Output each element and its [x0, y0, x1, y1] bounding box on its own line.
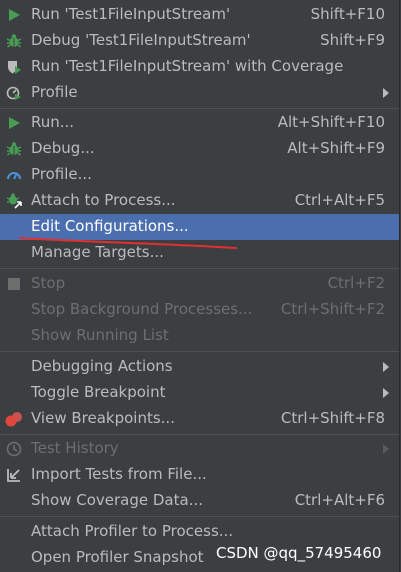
menu-item-shortcut: Alt+Shift+F9 [287, 139, 385, 157]
attach-debugger-icon [5, 192, 23, 210]
menu-item-shortcut: Alt+Shift+F10 [277, 113, 385, 131]
menu-item-label: Show Running List [31, 326, 169, 344]
menu-item-shortcut: Ctrl+F2 [327, 274, 385, 292]
menu-item-debug-class[interactable]: Debug 'Test1FileInputStream' Shift+F9 [0, 28, 399, 54]
submenu-arrow-icon [383, 362, 389, 372]
separator [0, 351, 399, 352]
menu-item-label: Attach to Process... [31, 191, 176, 209]
menu-item-label: Open Profiler Snapshot [31, 548, 204, 566]
menu-item-label: Show Coverage Data... [31, 491, 203, 509]
separator [0, 434, 399, 435]
menu-item-import-tests[interactable]: Import Tests from File... [0, 462, 399, 488]
coverage-shield-icon [5, 58, 23, 76]
menu-item-manage-targets[interactable]: Manage Targets... [0, 240, 399, 266]
submenu-arrow-icon [383, 388, 389, 398]
menu-item-stop[interactable]: Stop Ctrl+F2 [0, 271, 399, 297]
stop-icon [5, 275, 23, 293]
menu-item-profile-class[interactable]: Profile [0, 80, 399, 106]
run-icon [5, 114, 23, 132]
submenu-arrow-icon [383, 444, 389, 454]
menu-item-debugging-actions[interactable]: Debugging Actions [0, 354, 399, 380]
menu-item-attach-profiler[interactable]: Attach Profiler to Process... [0, 519, 399, 545]
menu-item-view-breakpoints[interactable]: View Breakpoints... Ctrl+Shift+F8 [0, 406, 399, 432]
menu-item-label: Profile [31, 83, 78, 101]
menu-item-label: Profile... [31, 165, 92, 183]
import-arrow-icon [5, 466, 23, 484]
breakpoints-icon [5, 410, 23, 428]
menu-item-label: Edit Configurations... [31, 217, 189, 235]
menu-item-label: Attach Profiler to Process... [31, 522, 234, 540]
menu-item-label: Import Tests from File... [31, 465, 207, 483]
menu-item-label: Manage Targets... [31, 243, 164, 261]
menu-item-shortcut: Ctrl+Alt+F5 [294, 191, 385, 209]
menu-item-run[interactable]: Run... Alt+Shift+F10 [0, 110, 399, 136]
menu-item-shortcut: Ctrl+Shift+F8 [280, 409, 385, 427]
menu-item-shortcut: Shift+F10 [310, 5, 385, 23]
menu-item-run-class[interactable]: Run 'Test1FileInputStream' Shift+F10 [0, 2, 399, 28]
menu-item-attach-process[interactable]: Attach to Process... Ctrl+Alt+F5 [0, 188, 399, 214]
menu-item-label: Run 'Test1FileInputStream' with Coverage [31, 57, 344, 75]
separator [0, 516, 399, 517]
debug-bug-icon [5, 140, 23, 158]
profile-icon [5, 84, 23, 102]
submenu-arrow-icon [383, 88, 389, 98]
menu-item-toggle-breakpoint[interactable]: Toggle Breakpoint [0, 380, 399, 406]
menu-item-label: Debug 'Test1FileInputStream' [31, 31, 251, 49]
separator [0, 268, 399, 269]
profiler-gauge-icon [5, 166, 23, 184]
menu-item-label: Debugging Actions [31, 357, 173, 375]
watermark: CSDN @qq_57495460 [216, 544, 382, 562]
menu-item-label: Run... [31, 113, 75, 131]
menu-item-label: View Breakpoints... [31, 409, 175, 427]
separator [0, 108, 399, 109]
menu-item-label: Stop [31, 274, 66, 292]
menu-item-label: Run 'Test1FileInputStream' [31, 5, 231, 23]
menu-item-label: Stop Background Processes... [31, 300, 253, 318]
menu-item-shortcut: Ctrl+Shift+F2 [280, 300, 385, 318]
menu-item-label: Test History [31, 439, 119, 457]
menu-item-test-history[interactable]: Test History [0, 436, 399, 462]
clock-history-icon [5, 440, 23, 458]
menu-item-stop-background[interactable]: Stop Background Processes... Ctrl+Shift+… [0, 297, 399, 323]
menu-item-debug[interactable]: Debug... Alt+Shift+F9 [0, 136, 399, 162]
run-menu: Run 'Test1FileInputStream' Shift+F10 Deb… [0, 0, 400, 572]
menu-item-label: Debug... [31, 139, 95, 157]
menu-item-shortcut: Shift+F9 [320, 31, 385, 49]
menu-item-show-running-list[interactable]: Show Running List [0, 323, 399, 349]
menu-item-run-coverage[interactable]: Run 'Test1FileInputStream' with Coverage [0, 54, 399, 80]
menu-item-shortcut: Ctrl+Alt+F6 [294, 491, 385, 509]
menu-item-edit-configurations[interactable]: Edit Configurations... [0, 214, 399, 240]
debug-bug-icon [5, 32, 23, 50]
run-icon [5, 6, 23, 24]
menu-item-profile[interactable]: Profile... [0, 162, 399, 188]
menu-item-label: Toggle Breakpoint [31, 383, 166, 401]
menu-item-show-coverage[interactable]: Show Coverage Data... Ctrl+Alt+F6 [0, 488, 399, 514]
